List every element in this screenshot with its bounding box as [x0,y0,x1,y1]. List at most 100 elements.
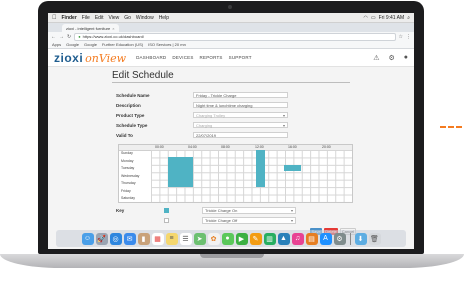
menu-clock[interactable]: Fri 9:41 AM [379,15,405,21]
hour-label: 00:00 [155,145,164,149]
menu-bar-status: ◠ ▭ Fri 9:41 AM ⌕ [364,15,411,21]
product-type-select[interactable]: Charging Trolley [193,112,288,118]
bookmark-apps[interactable]: Apps [52,42,61,47]
key-label: Key [116,208,125,213]
description-label: Description [116,103,141,108]
app-store-icon[interactable]: A [319,232,332,245]
apple-icon[interactable]:  [52,15,57,21]
hour-label: 08:00 [221,145,230,149]
launchpad-icon[interactable]: 🚀 [95,232,108,245]
schedule-cells[interactable] [151,150,352,202]
menu-app-name[interactable]: Finder [62,15,77,21]
itunes-icon[interactable]: ♫ [291,232,304,245]
tab-close-icon[interactable]: × [112,26,114,31]
notes-icon[interactable]: ≡ [165,232,178,245]
schedule-type-label: Schedule Type [116,123,148,128]
description-input[interactable]: Night time & lunchtime charging [193,102,288,108]
valid-to-input[interactable]: 22/07/2019 [193,132,288,138]
back-icon[interactable]: ← [51,34,56,40]
menu-view[interactable]: View [108,15,119,21]
menu-go[interactable]: Go [124,15,131,21]
contacts-icon[interactable]: ▮ [137,232,150,245]
pages-icon[interactable]: ✎ [249,232,262,245]
schedule-block[interactable] [256,150,265,187]
dock-separator [349,232,351,245]
menu-help[interactable]: Help [159,15,169,21]
gear-icon[interactable]: ⚙ [388,54,394,62]
numbers-icon[interactable]: ▥ [263,232,276,245]
wifi-icon[interactable]: ◠ [364,15,368,21]
messages-icon[interactable]: ● [221,232,234,245]
schedule-grid: 00:00 04:00 08:00 12:00 16:00 20:00 Sund… [118,144,353,203]
nav-devices[interactable]: DEVICES [172,55,193,60]
key-select-on[interactable]: Trickle Charge On [202,207,296,214]
laptop-base-notch [200,254,264,258]
facetime-icon[interactable]: ▶ [235,232,248,245]
header-icons: ⚠ ⚙ ● [373,54,408,62]
bookmark-google-2[interactable]: Google [84,42,97,47]
mail-icon[interactable]: ✉ [123,232,136,245]
ibooks-icon[interactable]: ▤ [305,232,318,245]
menu-file[interactable]: File [82,15,90,21]
downloads-icon[interactable]: ⬇ [354,232,367,245]
day-label: Monday [121,158,134,163]
user-icon[interactable]: ● [404,54,408,62]
bookmark-further-education[interactable]: Further Education (US) [102,42,143,47]
laptop-lid:  Finder File Edit View Go Window Help ◠… [38,1,424,254]
key-select-off[interactable]: Trickle Charge Off [202,217,296,224]
schedule-type-select[interactable]: Charging [193,122,288,128]
system-preferences-icon[interactable]: ⚙ [333,232,346,245]
photos-icon[interactable]: ✿ [207,232,220,245]
day-label: Wednesday [121,173,140,178]
star-icon[interactable]: ☆ [399,34,403,40]
warning-icon[interactable]: ⚠ [373,54,379,62]
menu-window[interactable]: Window [136,15,154,21]
reminders-icon[interactable]: ☰ [179,232,192,245]
safari-icon[interactable]: ◎ [109,232,122,245]
browser-tab-strip: zioxi - intelligent furniture × [48,23,414,32]
nav-reports[interactable]: REPORTS [200,55,223,60]
schedule-block[interactable] [168,157,193,187]
hour-label: 16:00 [288,145,297,149]
schedule-block[interactable] [284,165,301,171]
key-swatch-off [164,218,169,223]
day-label: Sunday [121,151,133,155]
schedule-name-input[interactable]: Friday - Trickle Charge [193,92,288,98]
bookmarks-bar: Apps Google Google Further Education (US… [48,41,414,49]
day-label: Thursday [121,181,136,185]
day-label: Saturday [121,196,136,200]
bookmark-iso-services[interactable]: ISO Services | 20 mn [148,42,186,47]
zioxi-logo[interactable]: zioxi onView [54,51,126,65]
product-type-label: Product Type [116,113,145,118]
laptop-screen:  Finder File Edit View Go Window Help ◠… [48,13,414,249]
camera [228,5,232,9]
key-swatch-on [164,208,169,213]
battery-icon[interactable]: ▭ [371,15,376,21]
maps-icon[interactable]: ➤ [193,232,206,245]
spotlight-icon[interactable]: ⌕ [407,15,410,21]
calendar-icon[interactable]: ▦ [151,232,164,245]
reload-icon[interactable]: ↻ [67,34,71,40]
nav-support[interactable]: SUPPORT [229,55,252,60]
lock-icon: ● [78,34,81,39]
macos-menu-bar:  Finder File Edit View Go Window Help ◠… [48,13,414,23]
trash-icon[interactable]: 🗑 [368,232,381,245]
browser-tab[interactable]: zioxi - intelligent furniture × [62,24,119,32]
hour-label: 04:00 [188,145,197,149]
nav-dashboard[interactable]: DASHBOARD [136,55,166,60]
laptop-base [0,254,464,268]
bookmark-google-1[interactable]: Google [66,42,79,47]
hour-label: 12:00 [255,145,264,149]
menu-dots-icon[interactable]: ⋮ [406,34,411,40]
tab-title: zioxi - intelligent furniture [66,25,111,31]
keynote-icon[interactable]: ▲ [277,232,290,245]
menu-edit[interactable]: Edit [95,15,104,21]
page-title: Edit Schedule [112,70,174,81]
orange-dashed-line [440,126,462,128]
app-nav: DASHBOARD DEVICES REPORTS SUPPORT [136,55,252,60]
url-text: https://www.zioxi.co.uk/dashboard/ [82,34,144,39]
address-bar[interactable]: ● https://www.zioxi.co.uk/dashboard/ [74,32,396,41]
finder-icon[interactable]: ☺ [81,232,94,245]
forward-icon[interactable]: → [59,34,64,40]
browser-toolbar: ← → ↻ ● https://www.zioxi.co.uk/dashboar… [48,32,414,41]
